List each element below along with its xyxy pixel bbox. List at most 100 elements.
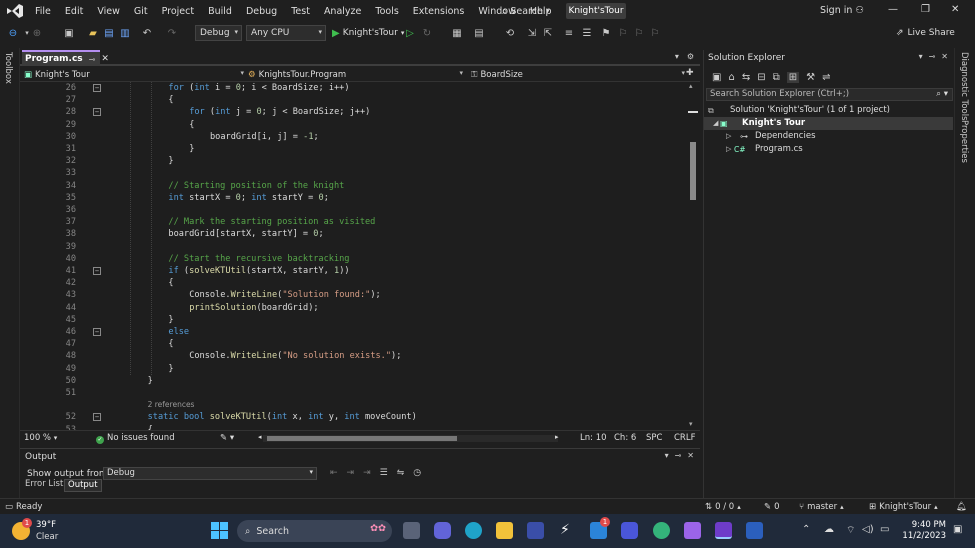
pending-changes[interactable]: ⇅ 0 / 0 ▴ xyxy=(705,502,741,512)
chat-icon[interactable] xyxy=(434,522,451,539)
code-editor[interactable]: 26− for (int i = 0; i < BoardSize; i++) 27… xyxy=(20,82,686,430)
hot-reload-icon[interactable]: ↻ xyxy=(420,26,434,40)
code-line[interactable]: 27 { xyxy=(20,94,686,106)
scroll-left-icon[interactable]: ◂ xyxy=(258,433,262,441)
preview-icon[interactable]: ⇌ xyxy=(822,72,830,83)
class-dropdown[interactable]: ⚙ KnightsTour.Program ▾ xyxy=(248,68,463,81)
redo-icon[interactable]: ↷ xyxy=(165,26,179,40)
show-all-files-icon[interactable]: ⧉ xyxy=(773,72,780,83)
collapsed-triangle-icon[interactable]: ▷ xyxy=(726,143,731,156)
column-indicator[interactable]: Ch: 6 xyxy=(614,433,636,443)
clock-icon[interactable]: ◷ xyxy=(413,468,421,478)
code-line[interactable]: 43 Console.WriteLine("Solution found:"); xyxy=(20,289,686,301)
word-icon[interactable] xyxy=(746,522,763,539)
sync-icon[interactable]: ⇆ xyxy=(742,72,750,83)
notification-center-icon[interactable]: ▣ xyxy=(953,524,962,535)
edge-dev-icon[interactable] xyxy=(653,522,670,539)
collapse-region-icon[interactable]: − xyxy=(93,84,101,92)
collapse-region-icon[interactable]: − xyxy=(93,328,101,336)
save-all-icon[interactable]: ▥ xyxy=(118,26,132,40)
code-line[interactable]: 46 − else xyxy=(20,326,686,338)
tree-item-project[interactable]: ◢ ▣ Knight's Tour xyxy=(704,117,953,130)
tree-item-solution[interactable]: ⧉ Solution 'Knight'sTour' (1 of 1 projec… xyxy=(704,104,953,117)
menu-test[interactable]: Test xyxy=(284,6,317,17)
code-lens-references[interactable]: 2 references xyxy=(148,399,195,411)
tree-item-program-cs[interactable]: ▷ C# Program.cs xyxy=(704,143,953,156)
branch-selector[interactable]: ⑂ master ▴ xyxy=(799,502,844,512)
code-line[interactable]: 51 xyxy=(20,387,686,399)
word-wrap-icon[interactable]: ⇋ xyxy=(397,468,405,478)
zoom-level[interactable]: 100 % ▾ xyxy=(24,433,57,443)
navigate-back-icon[interactable]: ⊖ xyxy=(6,26,20,40)
step-icon[interactable]: ⇲ xyxy=(525,26,539,40)
scroll-down-icon[interactable]: ▾ xyxy=(689,420,693,428)
chevron-down-icon[interactable]: ▾ xyxy=(919,52,923,61)
notifications-bell-icon[interactable]: 🔔︎ xyxy=(956,502,967,512)
menu-file[interactable]: File xyxy=(28,6,58,17)
close-icon[interactable]: ✕ xyxy=(941,52,948,61)
mail-icon[interactable]: 1 xyxy=(590,517,610,539)
code-line[interactable]: 41 − if (solveKTUtil(startX, startY, 1)) xyxy=(20,265,686,277)
cleanup-icon[interactable]: ✎ ▾ xyxy=(220,433,234,443)
cloud-icon[interactable]: ☁︎ xyxy=(824,524,834,535)
platform-select[interactable]: Any CPU ▾ xyxy=(246,25,326,41)
scroll-up-icon[interactable]: ▴ xyxy=(689,82,693,90)
global-search[interactable]: ⌕ Search ▾ xyxy=(502,4,549,18)
collapsed-triangle-icon[interactable]: ▷ xyxy=(726,130,731,143)
browse-icon[interactable]: ▦ xyxy=(450,26,464,40)
home-icon[interactable]: ⌂ xyxy=(728,72,734,83)
menu-project[interactable]: Project xyxy=(155,6,202,17)
gear-icon[interactable]: ⚙ xyxy=(687,52,694,61)
battery-icon[interactable]: ▭ xyxy=(880,524,889,535)
taskbar-search[interactable]: ⌕ Search ✿✿ xyxy=(237,520,392,542)
split-editor-icon[interactable]: ✚ xyxy=(686,68,694,78)
tab-output[interactable]: Output xyxy=(64,479,102,492)
start-debugging-button[interactable]: ▶ Knight'sTour ▾ xyxy=(332,25,404,41)
scroll-thumb[interactable] xyxy=(267,436,457,441)
chevron-down-icon[interactable]: ▾ xyxy=(665,451,669,460)
editor-horizontal-scrollbar[interactable] xyxy=(263,435,558,442)
line-ending-indicator[interactable]: CRLF xyxy=(674,433,695,443)
code-line[interactable]: 48 Console.WriteLine("No solution exists.… xyxy=(20,350,686,362)
tab-properties[interactable]: Properties xyxy=(959,120,969,163)
commits-indicator[interactable]: ✎ 0 xyxy=(764,502,780,512)
code-line[interactable]: 40 // Start the recursive backtracking xyxy=(20,253,686,265)
volume-icon[interactable]: ◁) xyxy=(862,524,874,535)
project-dropdown[interactable]: ▣ Knight's Tour ▾ xyxy=(24,68,244,81)
uncomment-icon[interactable]: ☰ xyxy=(580,26,594,40)
file-explorer-icon[interactable] xyxy=(496,522,513,539)
pin-icon[interactable]: ⊸ xyxy=(89,55,96,64)
comment-icon[interactable]: ≡ xyxy=(562,26,576,40)
start-button-windows-icon[interactable] xyxy=(211,522,228,539)
solution-search-input[interactable]: Search Solution Explorer (Ctrl+;) ⌕ ▾ xyxy=(706,88,953,101)
open-folder-icon[interactable]: ▰ xyxy=(86,26,100,40)
new-project-icon[interactable]: ▣ xyxy=(62,26,76,40)
menu-analyze[interactable]: Analyze xyxy=(317,6,368,17)
live-unit-test-icon[interactable]: ⟲ xyxy=(503,26,517,40)
filter-icon[interactable]: ⊞ xyxy=(786,71,800,83)
clear-bookmarks-icon[interactable]: ⚐ xyxy=(648,26,662,40)
menu-edit[interactable]: Edit xyxy=(58,6,90,17)
sign-in-button[interactable]: Sign in ⚇ xyxy=(820,5,864,16)
task-view-icon[interactable] xyxy=(403,522,420,539)
menu-tools[interactable]: Tools xyxy=(368,6,405,17)
configuration-select[interactable]: Debug ▾ xyxy=(195,25,242,41)
code-line[interactable]: 35 int startX = 0; int startY = 0; xyxy=(20,192,686,204)
terminal-lightning-icon[interactable]: ⚡︎ xyxy=(560,522,577,539)
line-number-indicator[interactable]: Ln: 10 xyxy=(580,433,607,443)
format-icon[interactable]: ⇱ xyxy=(541,26,555,40)
whitespace-indicator[interactable]: SPC xyxy=(646,433,662,443)
tab-error-list[interactable]: Error List xyxy=(22,479,66,492)
bookmark-icon[interactable]: ⚑ xyxy=(599,26,613,40)
close-window-button[interactable]: ✕ xyxy=(951,4,959,15)
chevron-up-icon[interactable]: ⌃ xyxy=(802,524,810,535)
collapse-all-icon[interactable]: ⊟ xyxy=(757,72,765,83)
store-icon[interactable] xyxy=(527,522,544,539)
save-icon[interactable]: ▤ xyxy=(102,26,116,40)
close-tab-icon[interactable]: ✕ xyxy=(101,54,109,64)
visual-studio-taskbar-icon[interactable] xyxy=(715,522,732,539)
tab-program-cs[interactable]: Program.cs ⊸ ✕ xyxy=(22,50,109,66)
close-icon[interactable]: ✕ xyxy=(687,451,694,460)
code-line[interactable]: 37 // Mark the starting position as visit… xyxy=(20,216,686,228)
menu-extensions[interactable]: Extensions xyxy=(406,6,472,17)
